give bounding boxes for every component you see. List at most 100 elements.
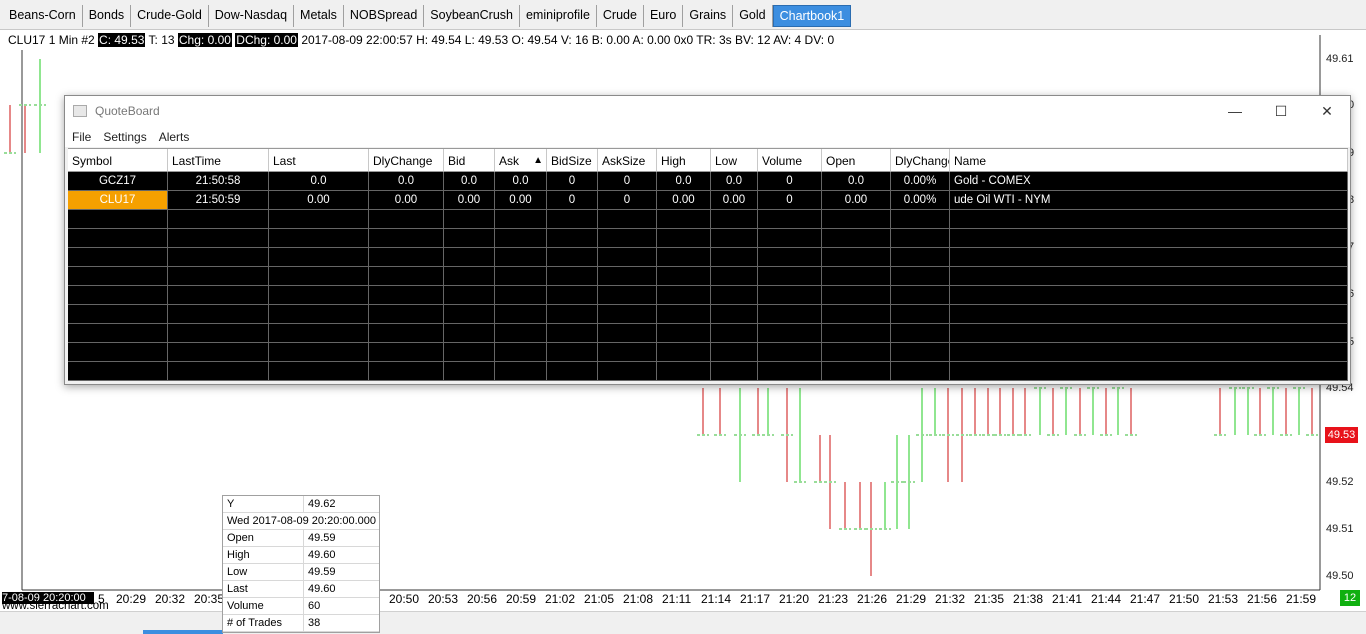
table-cell[interactable] (758, 229, 822, 248)
table-cell[interactable]: 0.00 (269, 191, 369, 210)
table-cell[interactable] (891, 305, 950, 324)
table-cell[interactable] (950, 343, 1348, 362)
table-cell[interactable] (657, 229, 711, 248)
quoteboard-titlebar[interactable]: QuoteBoard — ☐ ✕ (65, 96, 1350, 126)
table-cell[interactable] (950, 210, 1348, 229)
table-cell[interactable] (822, 229, 891, 248)
table-cell[interactable] (822, 362, 891, 381)
table-cell[interactable] (68, 229, 168, 248)
table-cell[interactable] (444, 210, 495, 229)
table-cell[interactable] (444, 248, 495, 267)
table-cell[interactable] (711, 229, 758, 248)
table-cell[interactable] (657, 210, 711, 229)
table-cell[interactable] (822, 267, 891, 286)
table-cell[interactable] (68, 343, 168, 362)
table-cell[interactable] (657, 248, 711, 267)
table-row[interactable] (68, 248, 1348, 267)
table-cell[interactable] (657, 324, 711, 343)
table-cell[interactable] (657, 343, 711, 362)
table-cell[interactable] (598, 229, 657, 248)
table-cell[interactable]: 0.0 (822, 172, 891, 191)
minimize-icon[interactable]: — (1212, 96, 1258, 126)
table-cell[interactable] (495, 324, 547, 343)
table-cell[interactable] (168, 267, 269, 286)
table-cell[interactable] (168, 343, 269, 362)
table-cell[interactable]: 21:50:59 (168, 191, 269, 210)
table-cell[interactable] (758, 324, 822, 343)
table-cell[interactable] (369, 343, 444, 362)
table-cell[interactable] (598, 343, 657, 362)
table-row[interactable] (68, 267, 1348, 286)
table-cell[interactable] (711, 210, 758, 229)
table-cell[interactable] (950, 229, 1348, 248)
maximize-icon[interactable]: ☐ (1258, 96, 1304, 126)
column-header-high[interactable]: High (657, 149, 711, 172)
table-cell[interactable] (891, 286, 950, 305)
table-cell[interactable] (495, 362, 547, 381)
table-cell[interactable] (269, 305, 369, 324)
table-cell[interactable] (822, 210, 891, 229)
table-cell[interactable] (711, 248, 758, 267)
table-cell[interactable]: 0 (758, 172, 822, 191)
table-cell[interactable] (269, 210, 369, 229)
table-cell[interactable] (68, 248, 168, 267)
table-cell[interactable]: ude Oil WTI - NYM (950, 191, 1348, 210)
table-cell[interactable] (68, 286, 168, 305)
table-cell[interactable] (891, 210, 950, 229)
table-row[interactable] (68, 305, 1348, 324)
table-cell[interactable] (495, 229, 547, 248)
table-cell[interactable] (657, 267, 711, 286)
table-cell[interactable] (168, 286, 269, 305)
menu-file[interactable]: File (72, 130, 91, 144)
table-row[interactable] (68, 343, 1348, 362)
table-row[interactable]: CLU17 21:50:59 0.00 0.00 0.00 0.00 0 0 0.00 0.00 0… (68, 191, 1348, 210)
table-cell[interactable]: CLU17 (68, 191, 168, 210)
table-cell[interactable] (369, 248, 444, 267)
table-row[interactable] (68, 362, 1348, 381)
table-cell[interactable] (598, 248, 657, 267)
table-cell[interactable] (950, 286, 1348, 305)
table-cell[interactable]: 0 (547, 191, 598, 210)
table-row[interactable] (68, 324, 1348, 343)
table-cell[interactable]: 0.0 (711, 172, 758, 191)
table-cell[interactable] (547, 324, 598, 343)
column-header-bidsize[interactable]: BidSize (547, 149, 598, 172)
table-cell[interactable] (369, 210, 444, 229)
table-cell[interactable] (495, 343, 547, 362)
table-cell[interactable] (711, 324, 758, 343)
table-cell[interactable]: 0.00% (891, 191, 950, 210)
table-cell[interactable] (547, 229, 598, 248)
table-cell[interactable] (758, 286, 822, 305)
table-cell[interactable] (598, 324, 657, 343)
table-cell[interactable] (68, 210, 168, 229)
scrollbar-thumb[interactable] (143, 630, 223, 634)
column-header-name[interactable]: Name (950, 149, 1348, 172)
table-cell[interactable] (269, 324, 369, 343)
menu-alerts[interactable]: Alerts (159, 130, 190, 144)
table-cell[interactable] (547, 305, 598, 324)
table-cell[interactable] (598, 305, 657, 324)
table-cell[interactable] (168, 210, 269, 229)
table-cell[interactable] (758, 248, 822, 267)
table-row[interactable] (68, 229, 1348, 248)
close-icon[interactable]: ✕ (1304, 96, 1350, 126)
table-cell[interactable]: 0 (547, 172, 598, 191)
menu-settings[interactable]: Settings (103, 130, 146, 144)
table-cell[interactable] (444, 267, 495, 286)
table-cell[interactable] (598, 286, 657, 305)
table-cell[interactable] (758, 362, 822, 381)
table-cell[interactable] (168, 324, 269, 343)
table-cell[interactable] (369, 362, 444, 381)
table-cell[interactable] (68, 324, 168, 343)
table-cell[interactable] (369, 324, 444, 343)
table-cell[interactable] (758, 343, 822, 362)
table-cell[interactable] (369, 305, 444, 324)
column-header-ask[interactable]: Ask ▲ (495, 149, 547, 172)
table-cell[interactable]: 0 (598, 191, 657, 210)
table-cell[interactable] (369, 286, 444, 305)
table-cell[interactable] (269, 229, 369, 248)
table-cell[interactable] (68, 362, 168, 381)
table-cell[interactable]: 0.00% (891, 172, 950, 191)
table-cell[interactable] (369, 229, 444, 248)
table-cell[interactable] (950, 267, 1348, 286)
